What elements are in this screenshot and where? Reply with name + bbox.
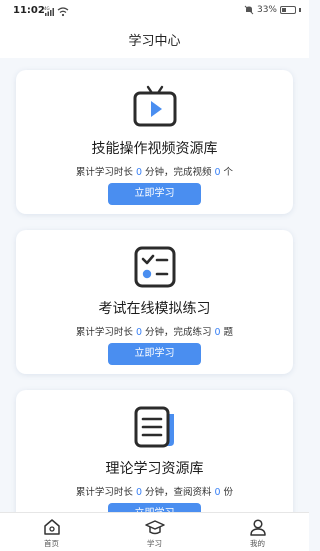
stat-label: 累计学习时长 — [75, 487, 133, 498]
start-learning-button[interactable]: 立即学习 — [108, 343, 201, 365]
card-title: 考试在线模拟练习 — [98, 301, 211, 317]
network-type-label: 4G — [44, 6, 50, 11]
card-stats: 累计学习时长 0 分钟，完成练习 0 题 — [16, 324, 293, 338]
video-tv-icon — [133, 85, 177, 127]
stat-label: 累计学习时长 — [75, 167, 133, 178]
start-learning-button[interactable]: 立即学习 — [108, 183, 201, 205]
status-right: 33% — [244, 5, 301, 15]
battery-icon — [280, 6, 296, 14]
tab-label: 首页 — [44, 539, 59, 548]
stat-label: 分钟，完成视频 — [144, 167, 212, 178]
tab-study[interactable]: 学习 — [103, 513, 206, 551]
stat-unit: 题 — [223, 327, 234, 338]
card-title: 理论学习资源库 — [105, 461, 204, 477]
signal-wifi-icon: 4G — [44, 6, 69, 17]
completed-count-value: 0 — [214, 327, 221, 338]
stat-label: 分钟，完成练习 — [144, 327, 212, 338]
study-minutes-value: 0 — [135, 487, 142, 498]
person-icon — [249, 519, 266, 536]
tab-label: 我的 — [250, 539, 265, 548]
card-title: 技能操作视频资源库 — [91, 141, 218, 157]
study-minutes-value: 0 — [135, 167, 142, 178]
exam-practice-card[interactable]: 考试在线模拟练习 累计学习时长 0 分钟，完成练习 0 题 立即学习 — [16, 230, 293, 374]
stat-unit: 份 — [223, 487, 234, 498]
stat-label: 累计学习时长 — [75, 327, 133, 338]
page-title: 学习中心 — [128, 34, 181, 49]
tab-home[interactable]: 首页 — [0, 513, 103, 551]
bottom-tab-bar: 首页 学习 我的 — [0, 512, 309, 551]
card-stats: 累计学习时长 0 分钟，查阅资料 0 份 — [16, 484, 293, 498]
page-header: 学习中心 — [0, 22, 309, 58]
graduation-cap-icon — [144, 520, 165, 535]
document-icon — [134, 406, 174, 448]
status-time: 11:02 — [13, 5, 45, 16]
stat-label: 分钟，查阅资料 — [144, 487, 212, 498]
status-bar: 11:02 4G 33% — [0, 0, 309, 22]
video-library-card[interactable]: 技能操作视频资源库 累计学习时长 0 分钟，完成视频 0 个 立即学习 — [16, 70, 293, 214]
home-icon — [43, 519, 60, 535]
stat-unit: 个 — [223, 167, 234, 178]
mute-bell-icon — [244, 5, 254, 15]
completed-count-value: 0 — [214, 487, 221, 498]
study-minutes-value: 0 — [135, 327, 142, 338]
tab-mine[interactable]: 我的 — [206, 513, 309, 551]
exam-checklist-icon — [134, 246, 176, 288]
tab-label: 学习 — [147, 539, 162, 548]
battery-tip — [299, 8, 301, 12]
battery-percent: 33% — [256, 5, 277, 15]
completed-count-value: 0 — [214, 167, 221, 178]
card-stats: 累计学习时长 0 分钟，完成视频 0 个 — [16, 164, 293, 178]
